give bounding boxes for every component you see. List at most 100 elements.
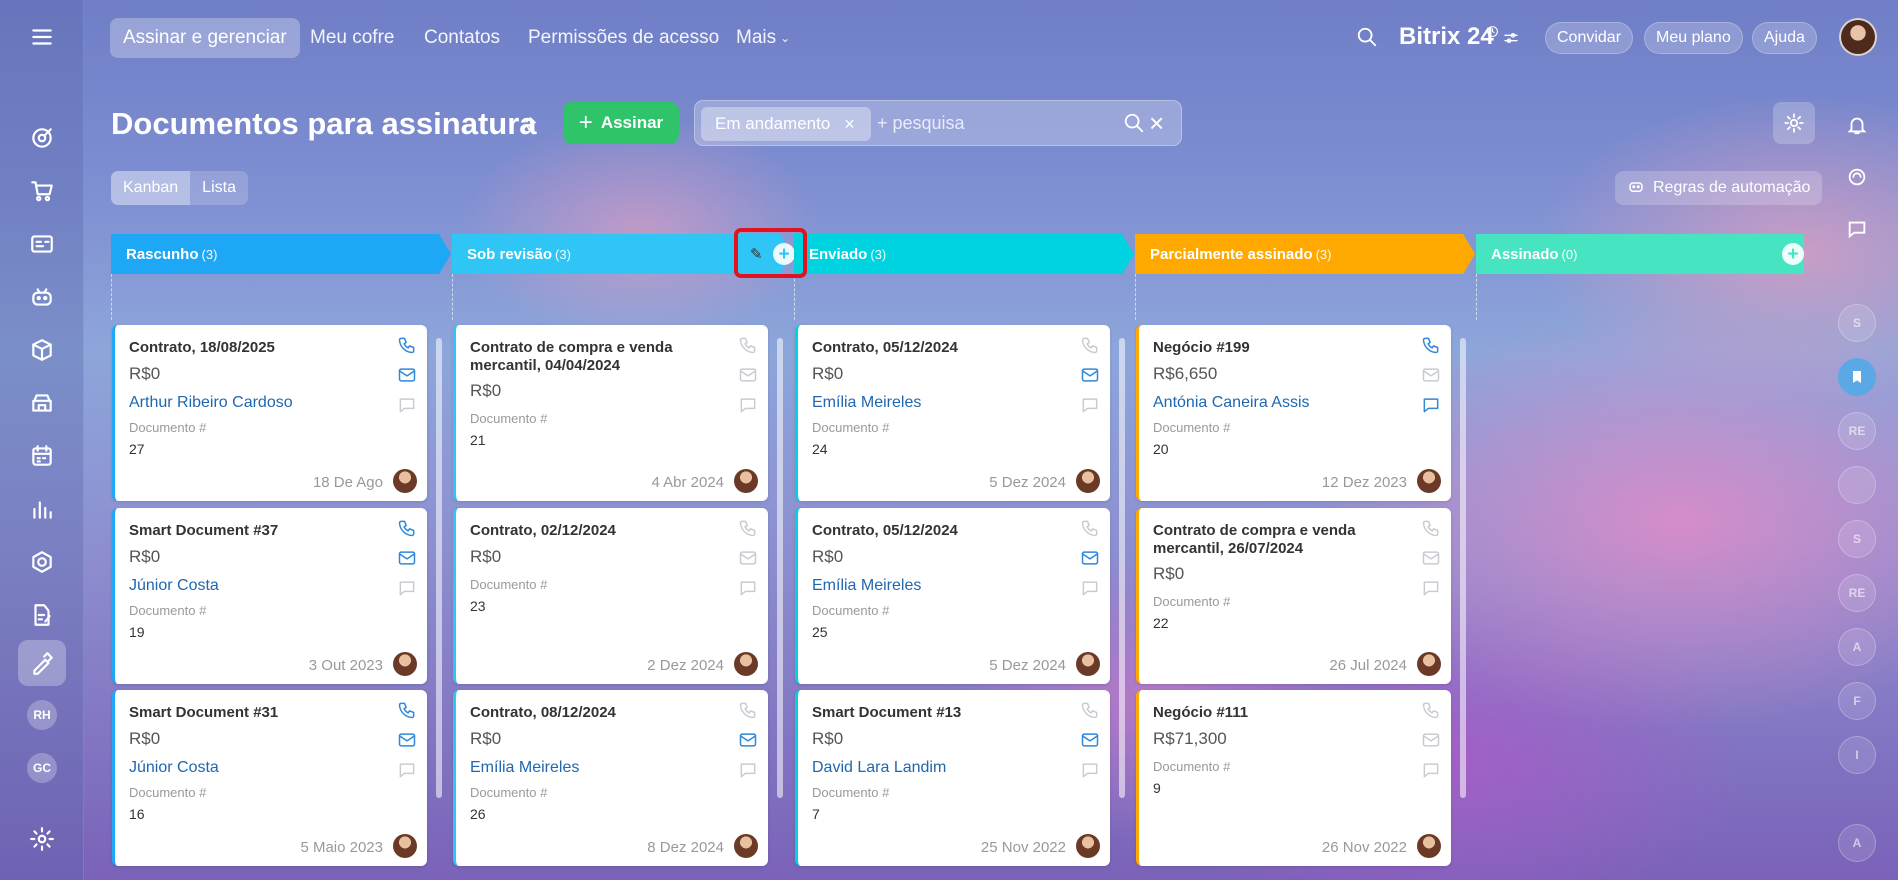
chat-icon[interactable] [1080, 395, 1100, 415]
hexagon-icon[interactable] [18, 539, 66, 585]
kanban-card[interactable]: Smart Document #31 R$0 Júnior Costa Documen… [112, 690, 427, 866]
mail-icon[interactable] [1421, 730, 1441, 750]
chat-icon[interactable] [1080, 578, 1100, 598]
my-plan-button[interactable]: Meu plano [1644, 22, 1743, 54]
assignee-avatar[interactable] [1076, 469, 1100, 493]
mail-icon[interactable] [1080, 365, 1100, 385]
assignee-avatar[interactable] [1076, 652, 1100, 676]
card-title[interactable]: Contrato de compra e venda mercantil, 26… [1153, 522, 1383, 558]
assignee-avatar[interactable] [1076, 834, 1100, 858]
chat-icon[interactable] [1421, 760, 1441, 780]
help-button[interactable]: Ajuda [1752, 22, 1817, 54]
rail-badge[interactable]: A [1838, 628, 1876, 666]
rail-badge[interactable]: F [1838, 682, 1876, 720]
assignee-avatar[interactable] [1417, 652, 1441, 676]
phone-icon[interactable] [738, 700, 758, 720]
chat-icon[interactable] [397, 395, 417, 415]
nav-more[interactable]: Mais ⌄ [723, 18, 803, 58]
kanban-card[interactable]: Contrato, 18/08/2025 R$0 Arthur Ribeiro Ca… [112, 325, 427, 501]
column-header[interactable]: Parcialmente assinado (3) [1135, 234, 1475, 274]
column-header[interactable]: Enviado (3) [794, 234, 1134, 274]
assignee-avatar[interactable] [734, 834, 758, 858]
card-title[interactable]: Smart Document #31 [129, 704, 359, 722]
store-icon[interactable] [18, 380, 66, 426]
calendar-icon[interactable] [18, 433, 66, 479]
assignee-avatar[interactable] [1417, 469, 1441, 493]
sliders-icon[interactable] [1503, 30, 1519, 51]
card-title[interactable]: Negócio #111 [1153, 704, 1383, 722]
rail-badge[interactable]: S [1838, 520, 1876, 558]
user-avatar[interactable] [1839, 18, 1877, 56]
card-contact-link[interactable]: Antónia Caneira Assis [1153, 394, 1310, 412]
mail-icon[interactable] [1080, 548, 1100, 568]
rail-badge[interactable]: RE [1838, 412, 1876, 450]
bookmark-icon[interactable] [1838, 358, 1876, 396]
cart-icon[interactable] [18, 168, 66, 214]
card-contact-link[interactable]: Júnior Costa [129, 577, 219, 595]
search-bar[interactable]: Em andamento × + pesquisa × [694, 100, 1182, 146]
mail-icon[interactable] [1421, 365, 1441, 385]
kanban-card[interactable]: Contrato, 05/12/2024 R$0 Emília Meireles Do… [795, 325, 1110, 501]
automation-rules-button[interactable]: Regras de automação [1615, 171, 1823, 205]
sign-button[interactable]: + Assinar [563, 102, 679, 144]
filter-chip[interactable]: Em andamento × [701, 107, 871, 141]
kanban-card[interactable]: Smart Document #13 R$0 David Lara Landim Do… [795, 690, 1110, 866]
assignee-avatar[interactable] [1417, 834, 1441, 858]
assignee-avatar[interactable] [734, 652, 758, 676]
target-icon[interactable] [18, 115, 66, 161]
card-title[interactable]: Contrato, 08/12/2024 [470, 704, 700, 722]
card-contact-link[interactable]: Júnior Costa [129, 759, 219, 777]
phone-icon[interactable] [1080, 700, 1100, 720]
column-scrollbar[interactable] [436, 338, 442, 798]
rail-badge[interactable]: S [1838, 304, 1876, 342]
nav-sign-manage[interactable]: Assinar e gerenciar [110, 18, 300, 58]
phone-icon[interactable] [738, 518, 758, 538]
document-edit-icon[interactable] [18, 592, 66, 638]
column-scrollbar[interactable] [1119, 338, 1125, 798]
card-title[interactable]: Smart Document #37 [129, 522, 359, 540]
sidebar-badge-rh[interactable]: RH [27, 700, 57, 730]
contact-card-icon[interactable] [18, 221, 66, 267]
mail-icon[interactable] [738, 730, 758, 750]
rail-badge[interactable]: A [1838, 824, 1876, 862]
pin-icon[interactable] [520, 115, 538, 138]
mail-icon[interactable] [738, 548, 758, 568]
card-title[interactable]: Smart Document #13 [812, 704, 1042, 722]
clear-search-icon[interactable]: × [1149, 108, 1164, 139]
chat-icon[interactable] [738, 395, 758, 415]
robot-icon[interactable] [18, 274, 66, 320]
kanban-card[interactable]: Contrato, 05/12/2024 R$0 Emília Meireles Do… [795, 508, 1110, 684]
nav-contacts[interactable]: Contatos [411, 18, 513, 58]
box-icon[interactable] [18, 327, 66, 373]
kanban-card[interactable]: Smart Document #37 R$0 Júnior Costa Documen… [112, 508, 427, 684]
column-scrollbar[interactable] [777, 338, 783, 798]
view-kanban[interactable]: Kanban [111, 171, 191, 205]
phone-icon[interactable] [1080, 335, 1100, 355]
chat-icon[interactable] [397, 578, 417, 598]
assignee-avatar[interactable] [393, 834, 417, 858]
phone-icon[interactable] [397, 335, 417, 355]
close-icon[interactable]: × [844, 114, 855, 135]
phone-icon[interactable] [738, 335, 758, 355]
card-title[interactable]: Contrato, 18/08/2025 [129, 339, 359, 357]
phone-icon[interactable] [1080, 518, 1100, 538]
phone-icon[interactable] [397, 700, 417, 720]
settings-icon[interactable] [18, 816, 66, 862]
view-list[interactable]: Lista [190, 171, 248, 205]
mail-icon[interactable] [1421, 548, 1441, 568]
card-contact-link[interactable]: Emília Meireles [812, 577, 921, 595]
card-title[interactable]: Contrato, 02/12/2024 [470, 522, 700, 540]
nav-access-permissions[interactable]: Permissões de acesso [515, 18, 732, 58]
card-contact-link[interactable]: David Lara Landim [812, 759, 946, 777]
card-title[interactable]: Negócio #199 [1153, 339, 1383, 357]
settings-gear-button[interactable] [1773, 102, 1815, 144]
chat-icon[interactable] [738, 578, 758, 598]
invite-button[interactable]: Convidar [1545, 22, 1634, 54]
bell-icon[interactable] [1838, 106, 1876, 144]
chat-icon[interactable] [1080, 760, 1100, 780]
chat-icon[interactable] [1838, 210, 1876, 248]
chat-icon[interactable] [738, 760, 758, 780]
phone-icon[interactable] [1421, 518, 1441, 538]
rail-badge[interactable]: RE [1838, 574, 1876, 612]
kanban-card[interactable]: Contrato, 02/12/2024 R$0 Documento # 23 2 De… [453, 508, 768, 684]
